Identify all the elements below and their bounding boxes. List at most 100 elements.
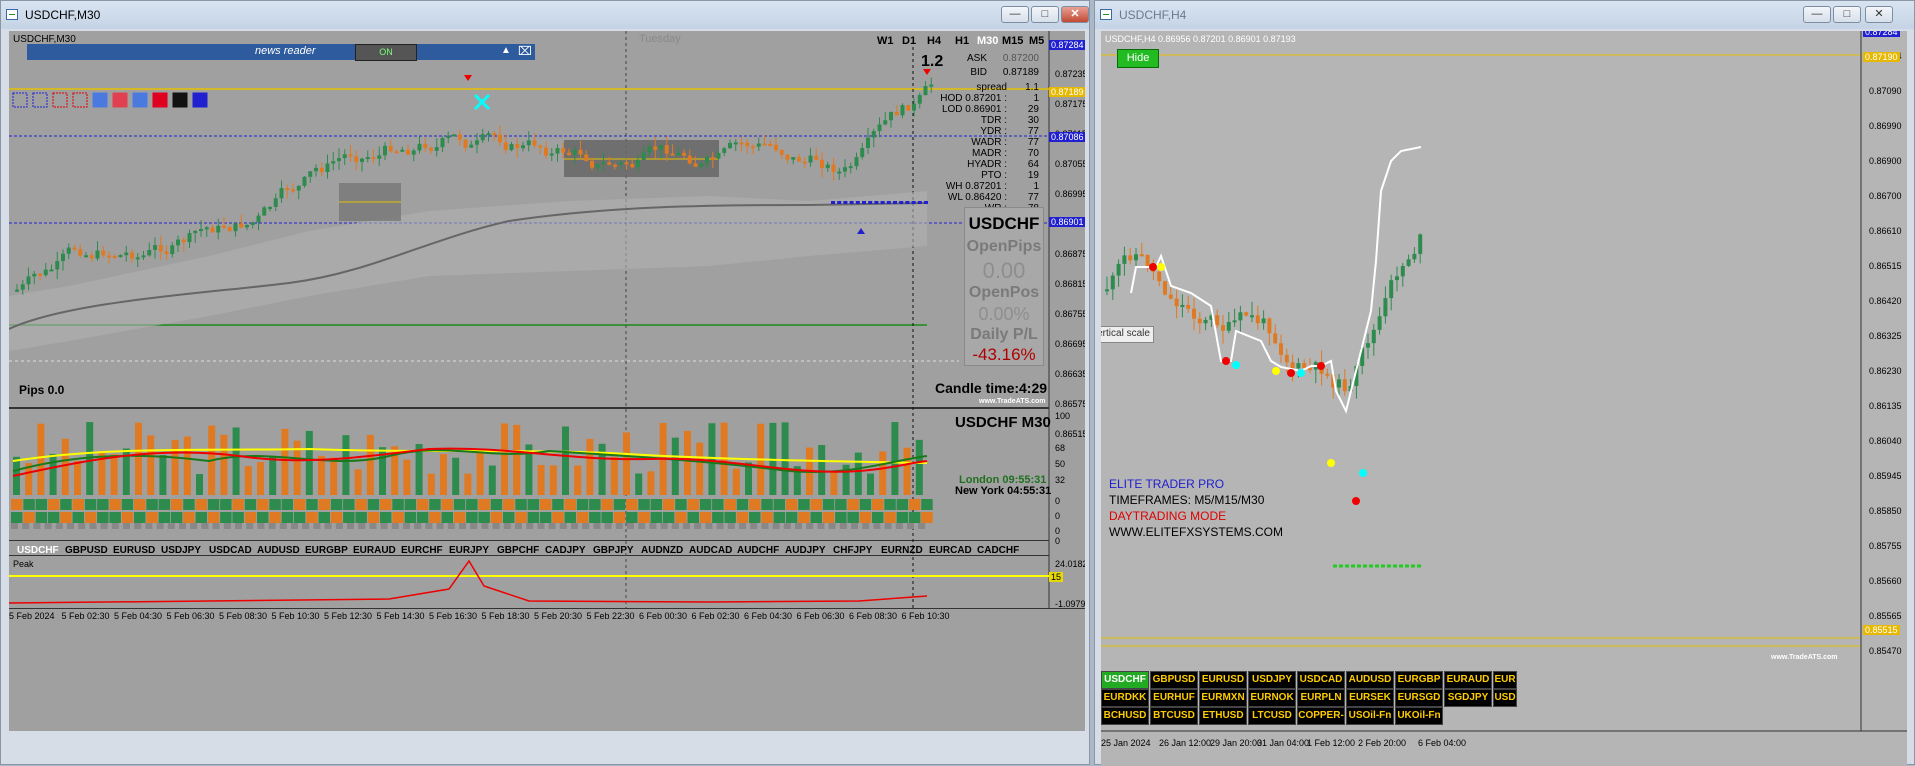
candle-body — [532, 140, 537, 146]
symbol-button-sgdjpy[interactable]: SGDJPY — [1444, 689, 1492, 707]
symbol-button-usoil-fn[interactable]: USOil-Fn — [1346, 707, 1394, 725]
symbol-tab-cadchf[interactable]: CADCHF — [977, 545, 1019, 556]
histogram-bar — [232, 427, 240, 495]
symbol-button-eurgbp[interactable]: EURGBP — [1395, 671, 1443, 689]
symbol-button-usdjpy[interactable]: USDJPY — [1248, 671, 1296, 689]
symbol-tab-eurgbp[interactable]: EURGBP — [305, 545, 348, 556]
symbol-button-eurusd[interactable]: EURUSD — [1199, 671, 1247, 689]
candle-body — [360, 158, 364, 162]
symbol-tab-usdjpy[interactable]: USDJPY — [161, 545, 201, 556]
symbol-tab-audjpy[interactable]: AUDJPY — [785, 545, 826, 556]
h4-time-label: 6 Feb 04:00 — [1418, 738, 1467, 748]
status-tick — [671, 523, 679, 529]
symbol-button-eurmxn[interactable]: EURMXN — [1199, 689, 1247, 707]
symbol-button-eursgd[interactable]: EURSGD — [1395, 689, 1443, 707]
right-window-titlebar[interactable]: USDCHF,H4 — □ ✕ — [1095, 1, 1914, 29]
candle-body — [475, 140, 479, 145]
symbol-button-euraud[interactable]: EURAUD — [1444, 671, 1492, 689]
collapse-up-icon[interactable]: ▲ — [501, 45, 511, 56]
symbol-tab-gbpchf[interactable]: GBPCHF — [497, 545, 539, 556]
status-cell — [822, 512, 835, 523]
symbol-tab-gbpusd[interactable]: GBPUSD — [65, 545, 108, 556]
symbol-tab-audchf[interactable]: AUDCHF — [737, 545, 779, 556]
symbol-button-ukoil-fn[interactable]: UKOil-Fn — [1395, 707, 1443, 725]
h4-candle-body — [1279, 343, 1283, 355]
symbol-tab-eurcad[interactable]: EURCAD — [929, 545, 972, 556]
minimize-button[interactable]: — — [1001, 6, 1029, 23]
status-cell — [380, 499, 392, 510]
symbol-button-bchusd[interactable]: BCHUSD — [1101, 707, 1149, 725]
symbol-button-eurpln[interactable]: EURPLN — [1297, 689, 1345, 707]
symbol-button-copper-f[interactable]: COPPER-F — [1297, 707, 1345, 725]
h4-price-chart[interactable]: USDCHF,H4 0.86956 0.87201 0.86901 0.8719… — [1101, 31, 1907, 766]
right-chart-window[interactable]: USDCHF,H4 — □ ✕ USDCHF,H4 0.86956 0.8720… — [1094, 0, 1915, 766]
status-tick — [705, 523, 713, 529]
minimize-button[interactable]: — — [1803, 6, 1831, 23]
close-button[interactable]: ✕ — [1865, 6, 1893, 23]
h4-candle-body — [1226, 321, 1231, 331]
symbol-tab-euraud[interactable]: EURAUD — [353, 545, 396, 556]
symbol-button-usd[interactable]: USD — [1493, 689, 1517, 707]
symbol-tab-usdcad[interactable]: USDCAD — [209, 545, 252, 556]
status-tick — [694, 523, 702, 529]
symbol-tab-cadjpy[interactable]: CADJPY — [545, 545, 586, 556]
h4-signal-dot — [1297, 369, 1305, 377]
news-reader-bar[interactable]: news reader ON ▲ ⌧ — [27, 44, 535, 61]
timeframe-d1[interactable]: D1 — [902, 35, 916, 47]
signal-dot — [886, 201, 891, 204]
symbol-button-btcusd[interactable]: BTCUSD — [1150, 707, 1198, 725]
symbol-tab-eurnzd[interactable]: EURNZD — [881, 545, 923, 556]
maximize-button[interactable]: □ — [1833, 6, 1861, 23]
symbol-tab-eurjpy[interactable]: EURJPY — [449, 545, 489, 556]
timeframe-h1[interactable]: H1 — [955, 35, 969, 47]
info-text: ELITE TRADER PRO — [1109, 477, 1225, 491]
symbol-button-usdcad[interactable]: USDCAD — [1297, 671, 1345, 689]
symbol-button-ethusd[interactable]: ETHUSD — [1199, 707, 1247, 725]
symbol-button-ltcusd[interactable]: LTCUSD — [1248, 707, 1296, 725]
symbol-tab-chfjpy[interactable]: CHFJPY — [833, 545, 872, 556]
symbol-tab-audcad[interactable]: AUDCAD — [689, 545, 732, 556]
candle-body — [325, 163, 330, 173]
timeframe-h4[interactable]: H4 — [927, 35, 941, 47]
histogram-bar — [915, 439, 923, 495]
hide-button[interactable]: Hide — [1117, 49, 1159, 68]
close-box-icon[interactable]: ⌧ — [518, 44, 532, 58]
symbol-tab-audnzd[interactable]: AUDNZD — [641, 545, 683, 556]
symbol-tab-usdchf[interactable]: USDCHF — [17, 545, 59, 556]
symbol-button-eurnok[interactable]: EURNOK — [1248, 689, 1296, 707]
status-tick — [324, 523, 332, 529]
candle-body — [503, 142, 508, 151]
symbol-tab-audusd[interactable]: AUDUSD — [257, 545, 300, 556]
symbol-tab-eurusd[interactable]: EURUSD — [113, 545, 155, 556]
candle-body — [250, 222, 255, 225]
news-toggle-button[interactable]: ON — [355, 44, 417, 61]
symbol-button-eur[interactable]: EUR — [1493, 671, 1517, 689]
status-tick — [571, 523, 578, 529]
candle-body — [193, 230, 198, 234]
timeframe-m15[interactable]: M15 — [1002, 35, 1023, 47]
status-cell — [662, 512, 675, 523]
main-price-chart[interactable]: USDCHF,M30 Tuesday news reader ON ▲ ⌧ W1… — [9, 31, 1085, 731]
close-button[interactable]: ✕ — [1061, 6, 1089, 23]
h4-candle-body — [1238, 312, 1243, 321]
symbol-button-eurdkk[interactable]: EURDKK — [1101, 689, 1149, 707]
maximize-button[interactable]: □ — [1031, 6, 1059, 23]
symbol-tab-eurchf[interactable]: EURCHF — [401, 545, 443, 556]
symbol-button-usdchf[interactable]: USDCHF — [1101, 671, 1149, 689]
left-chart-window[interactable]: USDCHF,M30 — □ ✕ USDCHF,M30 Tuesday news… — [0, 0, 1090, 765]
status-cell — [146, 499, 158, 510]
timeframe-m5[interactable]: M5 — [1029, 35, 1044, 47]
symbol-button-gbpusd[interactable]: GBPUSD — [1150, 671, 1198, 689]
symbol-button-eursek[interactable]: EURSEK — [1346, 689, 1394, 707]
pips-readout: Pips 0.0 — [19, 383, 65, 397]
price-tick: 0.86575 — [1055, 399, 1085, 409]
symbol-tab-gbpjpy[interactable]: GBPJPY — [593, 545, 634, 556]
status-cell — [527, 512, 540, 523]
symbol-button-eurhuf[interactable]: EURHUF — [1150, 689, 1198, 707]
symbol-button-audusd[interactable]: AUDUSD — [1346, 671, 1394, 689]
status-cell — [306, 499, 318, 510]
timeframe-w1[interactable]: W1 — [877, 35, 894, 47]
timeframe-m30[interactable]: M30 — [977, 35, 998, 47]
left-window-titlebar[interactable]: USDCHF,M30 — □ ✕ — [1, 1, 1089, 29]
stat-value: 1 — [1033, 93, 1039, 104]
